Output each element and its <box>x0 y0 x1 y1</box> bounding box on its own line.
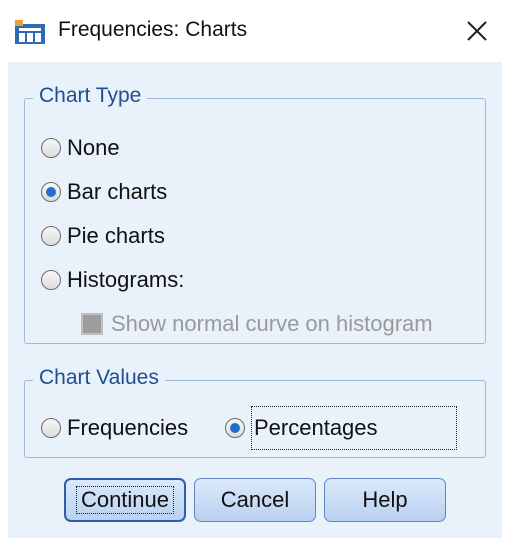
chart-values-group: Chart Values Frequencies Percentages <box>24 366 486 458</box>
radio-none[interactable]: None <box>41 135 120 161</box>
radio-none-button[interactable] <box>41 138 61 158</box>
radio-bar-charts-button[interactable] <box>41 182 61 202</box>
dialog-body: Chart Type None Bar charts Pie charts Hi… <box>8 62 502 538</box>
title-bar: Frequencies: Charts <box>0 0 510 58</box>
radio-bar-charts[interactable]: Bar charts <box>41 179 167 205</box>
cancel-button-label: Cancel <box>220 487 290 512</box>
help-button-label: Help <box>362 487 408 512</box>
radio-histograms-label: Histograms: <box>67 267 185 292</box>
radio-bar-charts-label: Bar charts <box>67 179 168 204</box>
radio-percentages[interactable]: Percentages <box>225 406 457 450</box>
help-button[interactable]: Help <box>324 478 446 522</box>
chart-type-title: Chart Type <box>33 84 148 108</box>
radio-histograms-button[interactable] <box>41 270 61 290</box>
continue-button[interactable]: Continue <box>64 478 186 522</box>
cancel-button[interactable]: Cancel <box>194 478 316 522</box>
close-icon[interactable] <box>462 16 492 46</box>
radio-frequencies[interactable]: Frequencies <box>41 415 188 441</box>
radio-percentages-label: Percentages <box>251 406 457 450</box>
window-title: Frequencies: Charts <box>58 18 248 41</box>
normal-curve-checkbox-row: Show normal curve on histogram <box>81 311 433 337</box>
continue-button-label: Continue <box>75 486 175 514</box>
radio-pie-charts[interactable]: Pie charts <box>41 223 165 249</box>
normal-curve-label: Show normal curve on histogram <box>111 311 433 336</box>
radio-frequencies-button[interactable] <box>41 418 61 438</box>
radio-histograms[interactable]: Histograms: <box>41 267 184 293</box>
radio-pie-charts-label: Pie charts <box>67 223 165 248</box>
radio-frequencies-label: Frequencies <box>67 415 189 440</box>
normal-curve-checkbox <box>81 313 103 335</box>
chart-values-title: Chart Values <box>33 366 165 390</box>
radio-pie-charts-button[interactable] <box>41 226 61 246</box>
chart-type-group: Chart Type None Bar charts Pie charts Hi… <box>24 84 486 344</box>
spss-table-icon <box>15 20 45 44</box>
radio-percentages-button[interactable] <box>225 418 245 438</box>
radio-none-label: None <box>67 135 120 160</box>
